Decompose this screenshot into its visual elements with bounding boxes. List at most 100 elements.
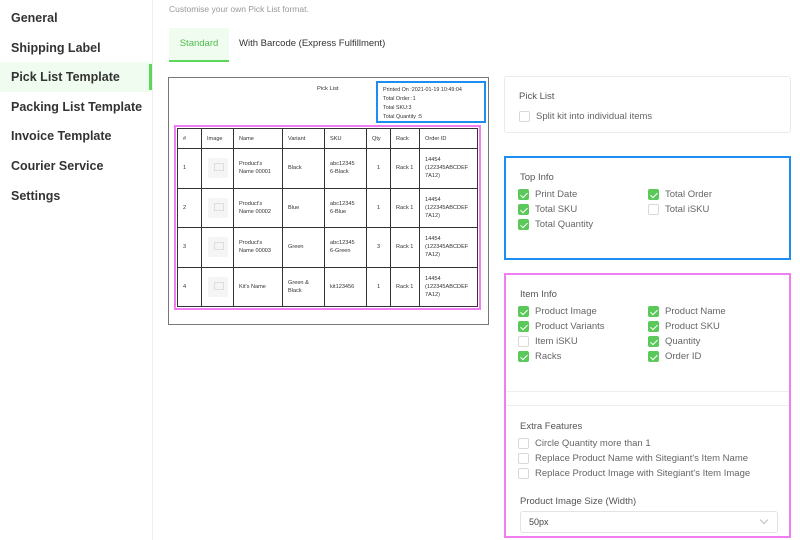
divider [506, 405, 789, 406]
image-size-select[interactable]: 50px [520, 511, 778, 533]
racks-checkbox[interactable]: Racks [518, 351, 561, 362]
sidebar-item-packing-list-template[interactable]: Packing List Template [0, 92, 152, 122]
no-image-icon [207, 158, 228, 179]
product-sku-checkbox[interactable]: Product SKU [648, 321, 720, 332]
order-id-cell: 14454 (122345ABCDEF 7A12) [419, 187, 478, 228]
variant-cell: Green & Black [282, 266, 325, 307]
sidebar: General Shipping Label Template Pick Lis… [0, 0, 153, 540]
image-cell [201, 266, 234, 307]
no-image-icon [207, 197, 228, 218]
name-cell: Product's Name 00002 [233, 187, 283, 228]
order-id-cell: 14454 (122345ABCDEF 7A12) [419, 148, 478, 189]
checkbox-icon [518, 468, 529, 479]
product-name-checkbox[interactable]: Product Name [648, 306, 726, 317]
rack-cell: Rack 1 [390, 148, 420, 189]
sku-cell: abc12345 6-Green [324, 227, 367, 268]
checkbox-label: Order ID [665, 351, 702, 362]
variant-cell: Blue [282, 187, 325, 228]
no-image-icon [207, 276, 228, 297]
order-id-cell: 14454 (122345ABCDEF 7A12) [419, 227, 478, 268]
total-sku-checkbox[interactable]: Total SKU [518, 204, 577, 215]
panel-title: Pick List [519, 91, 555, 102]
name-cell: Product's Name 00001 [233, 148, 283, 189]
qty-cell: 1 [366, 266, 391, 307]
sidebar-item-general[interactable]: General [0, 3, 152, 33]
print-date-checkbox[interactable]: Print Date [518, 189, 577, 200]
panel-title: Top Info [520, 172, 554, 183]
total-quantity-text: Total Quantity :5 [383, 114, 422, 120]
quantity-checkbox[interactable]: Quantity [648, 336, 700, 347]
select-value: 50px [529, 517, 549, 527]
rack-cell: Rack 1 [390, 227, 420, 268]
table-row: 1 Product's Name 00001 Black abc12345 6-… [177, 148, 478, 189]
preview-item-info: # Image Name Variant SKU Qty Rack Order … [174, 125, 481, 310]
checkbox-icon [518, 204, 529, 215]
checkbox-icon [518, 189, 529, 200]
top-info-settings-panel: Top Info Print Date Total Order Total SK… [504, 156, 791, 260]
row-number: 3 [177, 227, 202, 268]
checkbox-label: Product SKU [665, 321, 720, 332]
preview-title: Pick List [317, 86, 339, 92]
checkbox-icon [518, 438, 529, 449]
total-quantity-checkbox[interactable]: Total Quantity [518, 219, 593, 230]
product-variants-checkbox[interactable]: Product Variants [518, 321, 605, 332]
checkbox-icon [518, 219, 529, 230]
no-image-icon [207, 237, 228, 258]
total-order-checkbox[interactable]: Total Order [648, 189, 712, 200]
checkbox-label: Print Date [535, 189, 578, 200]
checkbox-label: Racks [535, 351, 562, 362]
image-cell [201, 227, 234, 268]
checkbox-label: Quantity [665, 336, 701, 347]
preview-top-info: Printed On :2021-01-19 10:49:04 Total Or… [376, 81, 486, 123]
tab-standard[interactable]: Standard [169, 28, 229, 62]
row-number: 1 [177, 148, 202, 189]
checkbox-icon [518, 351, 529, 362]
rack-cell: Rack 1 [390, 266, 420, 307]
pick-list-table: # Image Name Variant SKU Qty Rack Order … [177, 128, 478, 307]
tab-with-barcode[interactable]: With Barcode (Express Fulfillment) [229, 28, 395, 62]
order-id-cell: 14454 (122345ABCDEF 7A12) [419, 266, 478, 307]
sku-cell: kit123456 [324, 266, 367, 307]
checkbox-icon [518, 453, 529, 464]
total-order-text: Total Order :1 [383, 96, 416, 102]
replace-product-name-checkbox[interactable]: Replace Product Name with Sitegiant's It… [518, 453, 748, 464]
sidebar-item-shipping-label-template[interactable]: Shipping Label Template [0, 33, 152, 85]
split-kit-checkbox[interactable]: Split kit into individual items [519, 111, 652, 122]
product-image-checkbox[interactable]: Product Image [518, 306, 597, 317]
sidebar-item-invoice-template[interactable]: Invoice Template [0, 121, 152, 151]
qty-cell: 1 [366, 187, 391, 228]
column-header: Order ID [419, 128, 478, 149]
item-isku-checkbox[interactable]: Item iSKU [518, 336, 578, 347]
order-id-checkbox[interactable]: Order ID [648, 351, 701, 362]
replace-product-image-checkbox[interactable]: Replace Product Image with Sitegiant's I… [518, 468, 750, 479]
checkbox-label: Item iSKU [535, 336, 578, 347]
checkbox-icon [518, 306, 529, 317]
table-row: 4 Kit's Name Green & Black kit123456 1 R… [177, 266, 478, 307]
sku-cell: abc12345 6-Blue [324, 187, 367, 228]
chevron-down-icon [759, 515, 769, 525]
checkbox-label: Replace Product Name with Sitegiant's It… [535, 453, 749, 464]
total-isku-checkbox[interactable]: Total iSKU [648, 204, 709, 215]
checkbox-label: Replace Product Image with Sitegiant's I… [535, 468, 751, 479]
sidebar-item-pick-list-template[interactable]: Pick List Template [0, 62, 152, 92]
total-sku-text: Total SKU:3 [383, 105, 412, 111]
checkbox-icon [648, 321, 659, 332]
checkbox-icon [648, 306, 659, 317]
printed-on-text: Printed On :2021-01-19 10:49:04 [383, 87, 462, 93]
variant-cell: Green [282, 227, 325, 268]
sidebar-item-courier-service-settings[interactable]: Courier Service Settings [0, 151, 152, 203]
checkbox-label: Total SKU [535, 204, 578, 215]
checkbox-icon [648, 336, 659, 347]
sku-cell: abc12345 6-Black [324, 148, 367, 189]
table-row: 3 Product's Name 00003 Green abc12345 6-… [177, 227, 478, 268]
column-header: Variant [282, 128, 325, 149]
image-cell [201, 148, 234, 189]
variant-cell: Black [282, 148, 325, 189]
checkbox-label: Product Image [535, 306, 597, 317]
column-header: # [177, 128, 202, 149]
template-tabs: Standard With Barcode (Express Fulfillme… [169, 28, 395, 62]
extra-features-title: Extra Features [520, 421, 583, 432]
checkbox-label: Circle Quantity more than 1 [535, 438, 651, 449]
circle-quantity-checkbox[interactable]: Circle Quantity more than 1 [518, 438, 651, 449]
pick-list-preview: Pick List Printed On :2021-01-19 10:49:0… [168, 77, 489, 325]
